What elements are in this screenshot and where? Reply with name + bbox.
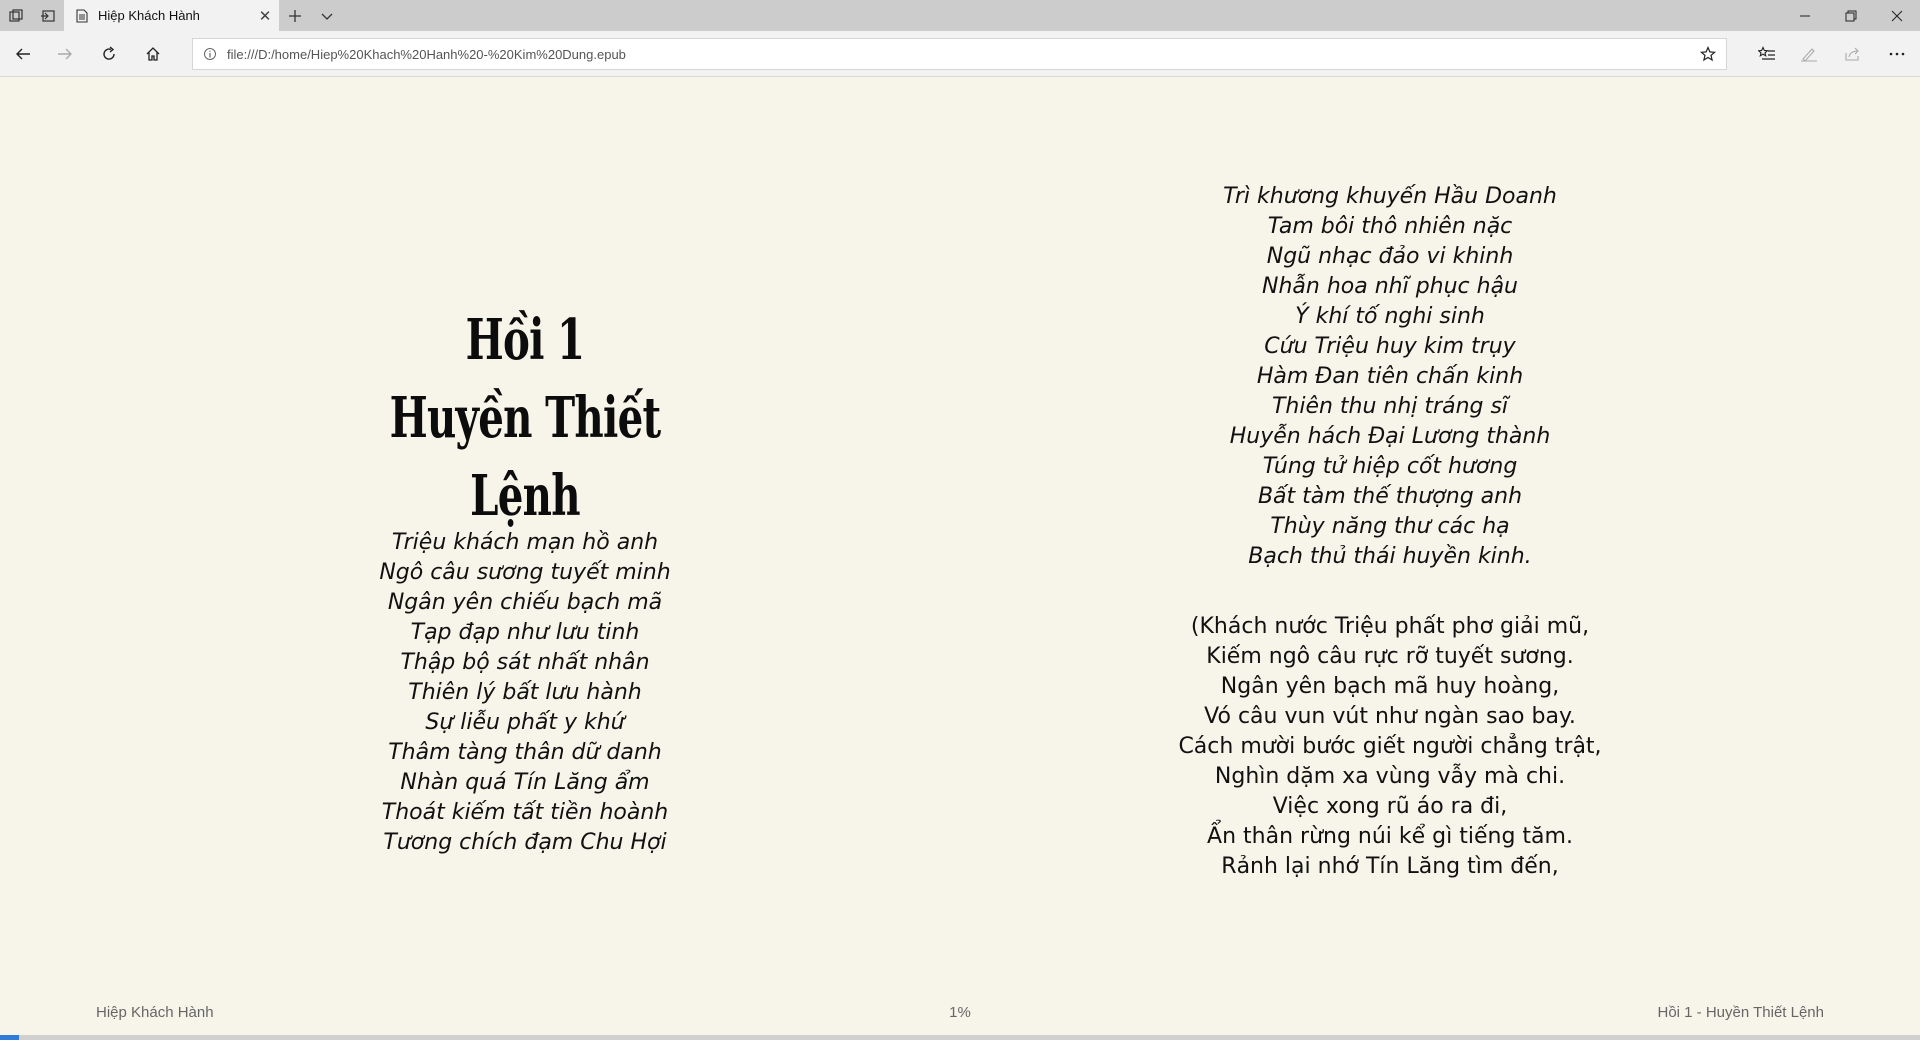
poem-line: Thùy năng thư các hạ (1270, 514, 1510, 539)
poem-line: Trì khương khuyến Hầu Doanh (1223, 184, 1557, 209)
poem-line: Sự liễu phất y khứ (425, 710, 625, 735)
close-window-icon[interactable] (1874, 0, 1920, 31)
chapter-title: Huyền Thiết Lệnh (389, 385, 662, 529)
poem-line: Thập bộ sát nhất nhân (400, 650, 650, 675)
reading-progress-bar[interactable] (0, 1035, 1920, 1040)
poem-line: Thiên lý bất lưu hành (408, 680, 642, 705)
tab-manager-icon[interactable] (0, 0, 32, 31)
url-text[interactable]: file:///D:/home/Hiep%20Khach%20Hanh%20-%… (227, 47, 1690, 62)
epub-reader: Hồi 1 Huyền Thiết Lệnh Triệu khách mạn h… (0, 77, 1920, 1040)
navigation-bar: file:///D:/home/Hiep%20Khach%20Hanh%20-%… (0, 31, 1920, 77)
poem-line: Huyễn hách Đại Lương thành (1229, 424, 1551, 449)
poem-line: Triệu khách mạn hồ anh (391, 530, 659, 555)
chapter-number: Hồi 1 (465, 307, 586, 373)
home-icon[interactable] (138, 39, 168, 69)
info-icon[interactable] (193, 47, 227, 61)
star-icon[interactable] (1690, 46, 1726, 62)
translation-line: Ẩn thân rừng núi kể gì tiếng tăm. (1207, 824, 1573, 849)
translation-line: Việc xong rũ áo ra đi, (1272, 794, 1508, 819)
tab-active[interactable]: Hiệp Khách Hành ✕ (64, 0, 279, 31)
forward-icon[interactable] (50, 39, 80, 69)
translation-line: Cách mười bước giết người chẳng trật, (1178, 734, 1602, 759)
close-icon[interactable]: ✕ (251, 7, 279, 25)
poem-line: Nhàn quá Tín Lăng ẩm (400, 770, 650, 795)
tab-strip: Hiệp Khách Hành ✕ (0, 0, 1920, 31)
poem-line: Thoát kiếm tất tiền hoành (381, 800, 669, 825)
restore-icon[interactable] (1828, 0, 1874, 31)
translation-line: Rảnh lại nhớ Tín Lăng tìm đến, (1221, 854, 1559, 879)
pen-icon[interactable] (1794, 39, 1824, 69)
back-icon[interactable] (8, 39, 38, 69)
reading-progress-fill (0, 1035, 20, 1040)
tab-title: Hiệp Khách Hành (98, 8, 200, 23)
footer-chapter-title: Hồi 1 - Huyền Thiết Lệnh (1657, 1004, 1825, 1021)
poem-line: Tam bôi thô nhiên nặc (1267, 214, 1513, 239)
poem-line: Ngũ nhạc đảo vi khinh (1266, 244, 1514, 269)
poem-line: Ý khí tố nghi sinh (1295, 304, 1485, 329)
poem-left: Triệu khách mạn hồ anh Ngô câu sương tuyế… (305, 528, 745, 858)
share-icon[interactable] (1838, 39, 1868, 69)
minimize-icon[interactable] (1782, 0, 1828, 31)
poem-line: Tạp đạp như lưu tinh (410, 620, 640, 645)
favorites-icon[interactable] (1752, 39, 1782, 69)
set-aside-tabs-icon[interactable] (32, 0, 64, 31)
more-icon[interactable] (1882, 39, 1912, 69)
plus-icon[interactable] (279, 0, 311, 31)
poem-line: Cứu Triệu huy kim trụy (1264, 334, 1516, 359)
translation-line: Nghìn dặm xa vùng vẫy mà chi. (1214, 764, 1566, 789)
page-icon (74, 8, 90, 24)
chevron-down-icon[interactable] (311, 0, 343, 31)
footer-book-title: Hiệp Khách Hành (96, 1004, 214, 1021)
poem-line: Ngô câu sương tuyết minh (379, 560, 671, 585)
poem-line: Bạch thủ thái huyền kinh. (1248, 544, 1532, 569)
translation-line: Ngân yên bạch mã huy hoàng, (1220, 674, 1560, 699)
poem-line: Hàm Đan tiên chấn kinh (1256, 364, 1524, 389)
translation-line: Vó câu vun vút như ngàn sao bay. (1204, 704, 1576, 729)
poem-line: Tương chích đạm Chu Hợi (383, 830, 667, 855)
poem-line: Bất tàm thế thượng anh (1257, 484, 1523, 509)
poem-line: Ngân yên chiếu bạch mã (387, 590, 663, 615)
poem-line: Túng tử hiệp cốt hương (1262, 454, 1518, 479)
footer-progress-percent: 1% (949, 1004, 971, 1021)
poem-right: Trì khương khuyến Hầu Doanh Tam bôi thô n… (1160, 182, 1620, 572)
poem-line: Nhẫn hoa nhĩ phục hậu (1262, 274, 1518, 299)
address-bar[interactable]: file:///D:/home/Hiep%20Khach%20Hanh%20-%… (192, 38, 1727, 70)
refresh-icon[interactable] (94, 39, 124, 69)
poem-line: Thiên thu nhị tráng sĩ (1271, 394, 1509, 419)
tab-strip-drag-area[interactable] (343, 0, 1782, 31)
translation-line: (Khách nước Triệu phất phơ giải mũ, (1190, 614, 1590, 639)
translation: (Khách nước Triệu phất phơ giải mũ, Kiếm … (1160, 612, 1620, 882)
translation-line: Kiếm ngô câu rực rỡ tuyết sương. (1206, 644, 1574, 669)
poem-line: Thâm tàng thân dữ danh (388, 740, 662, 765)
